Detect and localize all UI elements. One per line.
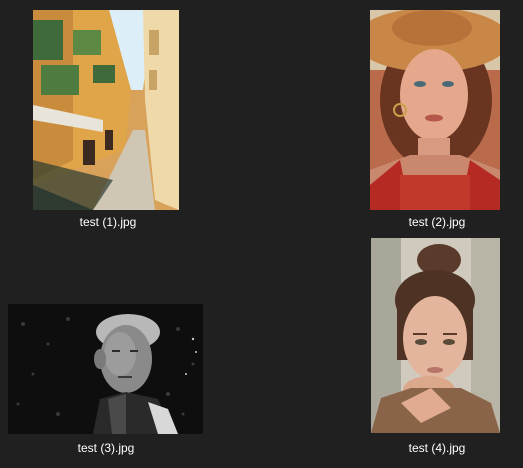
file-name-label: test (2).jpg bbox=[408, 215, 466, 229]
file-item-test-1[interactable]: test (1).jpg bbox=[28, 5, 188, 235]
old-man-bw-photo-thumbnail[interactable] bbox=[8, 304, 203, 434]
street-photo-thumbnail[interactable] bbox=[33, 10, 179, 210]
portrait-bun-photo-thumbnail[interactable] bbox=[371, 238, 500, 433]
file-name-label: test (4).jpg bbox=[408, 441, 466, 455]
file-name-label: test (1).jpg bbox=[79, 215, 137, 229]
portrait-hat-photo-thumbnail[interactable] bbox=[370, 10, 500, 210]
portrait-bun-photo-icon bbox=[371, 238, 500, 433]
old-man-bw-photo-icon bbox=[8, 304, 203, 434]
file-item-test-4[interactable]: test (4).jpg bbox=[357, 232, 517, 460]
file-item-test-3[interactable]: test (3).jpg bbox=[0, 295, 212, 459]
street-photo-icon bbox=[33, 10, 179, 210]
file-grid: test (1).jpg test (2).jpg test (3).jpg t… bbox=[0, 0, 523, 468]
portrait-hat-photo-icon bbox=[370, 10, 500, 210]
file-name-label: test (3).jpg bbox=[77, 441, 135, 455]
file-item-test-2[interactable]: test (2).jpg bbox=[357, 5, 517, 235]
